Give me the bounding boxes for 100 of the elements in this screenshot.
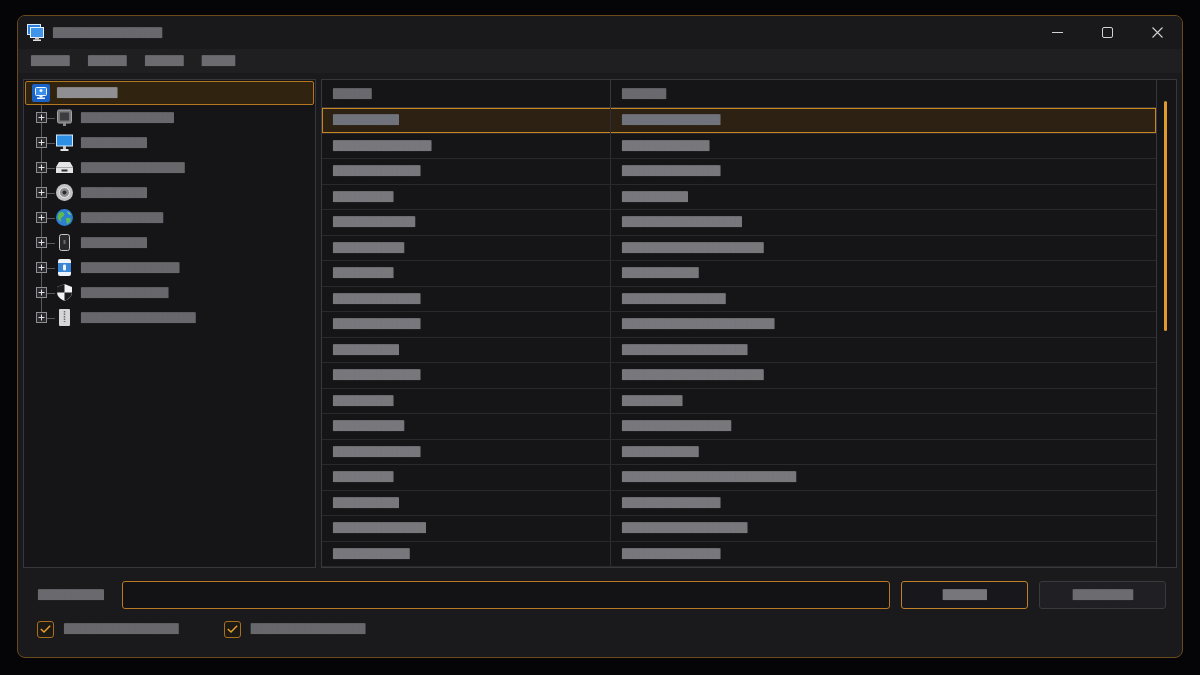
- table-row[interactable]: ████████████ ██████████████████: [322, 490, 1156, 516]
- table-cell: ███████████: [322, 261, 611, 286]
- table-row[interactable]: ██████████████████ ████████████████: [322, 133, 1156, 159]
- computer-icon: [27, 24, 44, 41]
- table-cell-text: ████████████████████████████: [621, 317, 775, 332]
- tree-item[interactable]: ████████████████: [55, 281, 173, 304]
- field-label: ████████████: [38, 589, 104, 601]
- menu-item[interactable]: ███████: [144, 55, 183, 67]
- table-cell: █████████████████: [322, 516, 611, 541]
- plus-box-icon[interactable]: [36, 212, 47, 223]
- globe-icon: [56, 209, 73, 226]
- table-cell: ████████████████: [322, 439, 611, 464]
- table-cell-text: ██████████████████: [621, 547, 721, 561]
- table-cell: ███████████: [322, 388, 611, 413]
- tree-item[interactable]: ████████████: [55, 131, 152, 154]
- plus-box-icon[interactable]: [36, 137, 47, 148]
- tree-item[interactable]: ████████████: [55, 231, 152, 254]
- table-cell-text: ██████████████████: [621, 113, 721, 128]
- tree-item[interactable]: ███████████: [25, 81, 314, 105]
- drive-icon: [56, 159, 73, 176]
- table-cell: ███████████: [322, 465, 611, 490]
- table-cell: █████████████: [322, 235, 611, 260]
- table-cell-text: ██████████████████: [621, 496, 721, 510]
- table-cell: ████████████████: [322, 363, 611, 388]
- monitor-icon: [56, 134, 73, 151]
- checkbox-label: █████████████████████: [64, 623, 178, 635]
- table-row[interactable]: ███████████ ███████████: [322, 388, 1156, 414]
- plus-box-icon[interactable]: [36, 262, 47, 273]
- checkbox-label: █████████████████████: [250, 623, 365, 635]
- table-cell: ████████████: [322, 337, 611, 362]
- input-field[interactable]: [122, 581, 890, 609]
- table-cell-text: ██████████████: [621, 266, 699, 281]
- table-row[interactable]: ███████████ ████████████████████████████████: [322, 465, 1156, 491]
- tree-item[interactable]: ███████████████: [55, 206, 168, 229]
- table-row[interactable]: ███████████████ ██████████████████████: [322, 210, 1156, 236]
- plus-box-icon[interactable]: [36, 187, 47, 198]
- tree-item[interactable]: ██████████████████: [55, 256, 184, 279]
- table-cell-text: ██████████████████████████: [621, 241, 764, 255]
- menu-item[interactable]: ███████: [87, 55, 126, 67]
- table-cell: █████████████: [322, 414, 611, 439]
- table-row[interactable]: ████████████████ ███████████████████: [322, 286, 1156, 312]
- action-button[interactable]: ████████: [901, 581, 1028, 609]
- close-icon: [1151, 27, 1163, 38]
- table-cell-text: ███████████: [621, 394, 683, 408]
- table-cell: ████████████████: [322, 286, 611, 311]
- table-cell-text: ███████████████████████: [621, 343, 748, 357]
- table-cell: ██████████████: [322, 541, 611, 566]
- table-cell-text: ███████████████████████: [621, 521, 748, 536]
- table-row[interactable]: █████████████ ██████████████████████████: [322, 235, 1156, 261]
- shield-icon: [56, 284, 73, 301]
- table-cell-text: ████████████: [621, 190, 689, 204]
- check-icon: [226, 625, 238, 633]
- table-cell-text: ██████████████: [621, 445, 699, 459]
- table-cell-text: ██████████████████████████: [621, 368, 764, 383]
- scrollbar-thumb[interactable]: [1164, 101, 1167, 331]
- table-row[interactable]: █████████████ ████████████████████: [322, 414, 1156, 440]
- table-row[interactable]: ███████████ ██████████████: [322, 261, 1156, 287]
- table-row[interactable]: █████████████████ ███████████████████████: [322, 516, 1156, 542]
- tree-item[interactable]: █████████████████████: [55, 306, 200, 329]
- table-cell-text: ████████████████████: [621, 419, 732, 434]
- maximize-icon: [1101, 27, 1113, 38]
- screen-icon: [56, 109, 73, 126]
- table-cell-text: ██████████████████████: [621, 215, 743, 230]
- checkbox[interactable]: [223, 620, 241, 638]
- menu-item[interactable]: ██████: [201, 55, 235, 67]
- plus-box-icon[interactable]: [36, 287, 47, 298]
- table-cell-text: ████████████████: [621, 139, 710, 153]
- tree-item[interactable]: ███████████████████: [55, 156, 189, 179]
- phone-icon: [56, 234, 73, 251]
- container-icon: [56, 259, 73, 276]
- table-row[interactable]: ████████████ ███████████████████████: [322, 337, 1156, 363]
- check-icon: [40, 625, 51, 633]
- checkbox[interactable]: [37, 620, 54, 638]
- table-cell: ███████████████: [322, 210, 611, 235]
- table-row[interactable]: ████████████████ ██████████████: [322, 439, 1156, 465]
- plus-box-icon[interactable]: [36, 237, 47, 248]
- zipper-icon: [56, 309, 73, 326]
- table-row[interactable]: ██████████████ ██████████████████: [322, 541, 1156, 567]
- plus-box-icon[interactable]: [36, 162, 47, 173]
- plus-box-icon[interactable]: [36, 312, 47, 323]
- table-cell: ████████████████: [322, 159, 611, 184]
- table-cell: ████████████: [322, 108, 611, 133]
- plus-box-icon[interactable]: [36, 112, 47, 123]
- table-cell: ███████████: [322, 184, 611, 209]
- table-row[interactable]: ████████████ ██████████████████: [322, 108, 1156, 134]
- minimize-icon: [1051, 32, 1063, 33]
- tree-item[interactable]: █████████████████: [55, 106, 179, 129]
- table-row[interactable]: ████████████████ ██████████████████: [322, 159, 1156, 185]
- window-title: ████████████████████: [53, 26, 162, 39]
- table-row[interactable]: ███████████ ████████████: [322, 184, 1156, 210]
- table-cell: ████████████████: [322, 312, 611, 337]
- table-cell-text: ██████████████████: [621, 164, 721, 179]
- table-cell: ██████████████████: [322, 133, 611, 158]
- table-row[interactable]: ████████████████ ████████████████████████████: [322, 312, 1156, 338]
- table-cell: ████████████: [322, 490, 611, 515]
- table-cell-text: ███████████████████: [621, 292, 726, 306]
- tree-item[interactable]: ████████████: [55, 181, 152, 204]
- menu-item[interactable]: ███████: [31, 55, 69, 67]
- table-row[interactable]: ████████████████ ██████████████████████████: [322, 363, 1156, 389]
- disc-icon: [56, 184, 73, 201]
